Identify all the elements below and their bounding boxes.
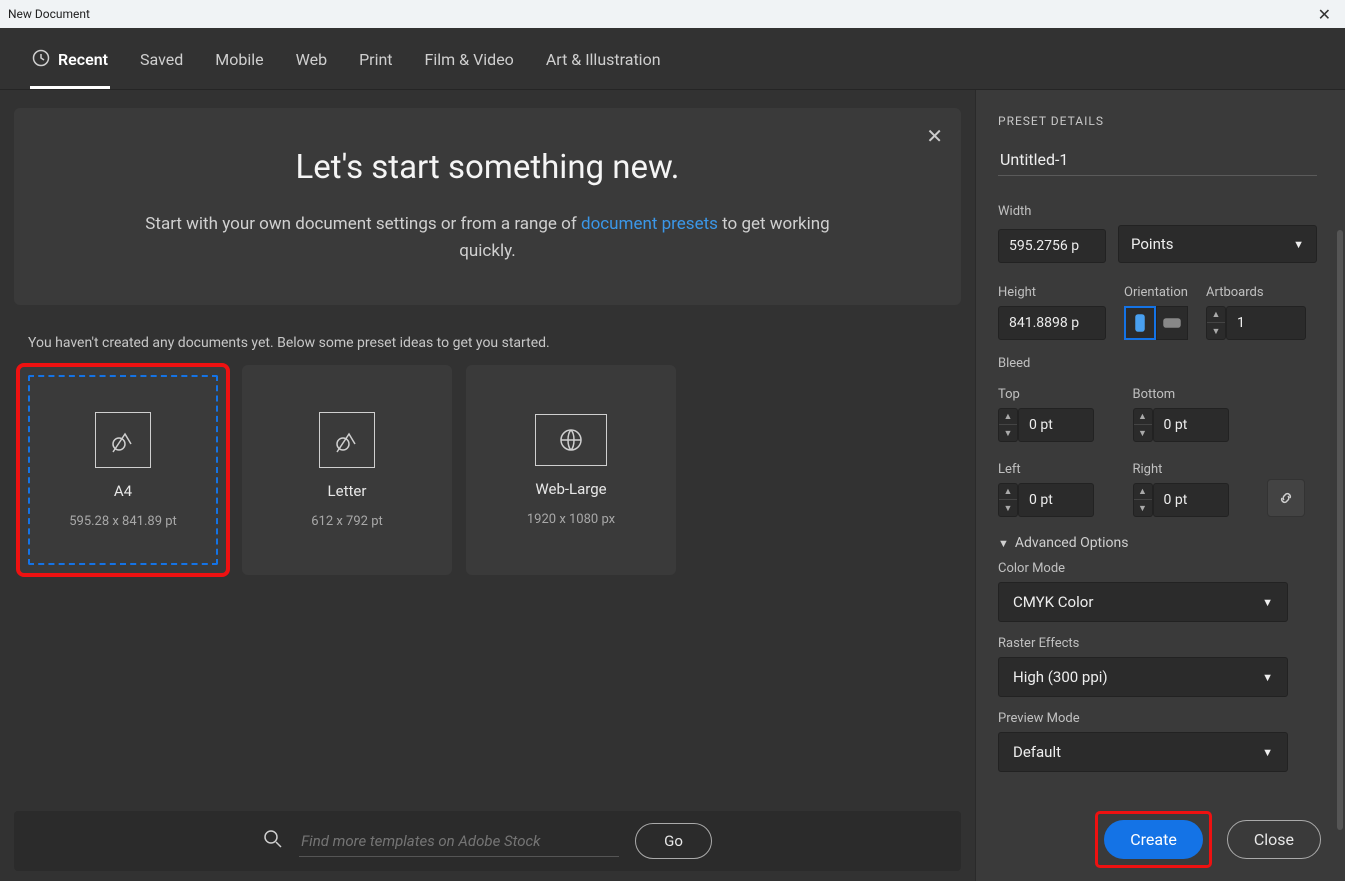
bleed-bottom-label: Bottom [1133, 387, 1254, 402]
titlebar: New Document ✕ [0, 0, 1345, 28]
card-label: Letter [328, 482, 367, 500]
bleed-bottom-stepper[interactable]: ▲▼ [1133, 408, 1153, 442]
tab-print[interactable]: Print [357, 30, 394, 87]
chevron-down-icon: ▼ [1262, 746, 1273, 759]
chevron-down-icon: ▼ [1293, 238, 1304, 251]
color-mode-label: Color Mode [998, 561, 1317, 576]
raster-select[interactable]: High (300 ppi)▼ [998, 657, 1288, 697]
artboards-stepper[interactable]: ▲▼ [1206, 306, 1226, 340]
preset-card-a4[interactable]: A4 595.28 x 841.89 pt [18, 365, 228, 575]
height-input[interactable] [998, 306, 1106, 340]
preset-card-web-large[interactable]: Web-Large 1920 x 1080 px [466, 365, 676, 575]
chevron-down-icon: ▼ [998, 537, 1009, 550]
close-button[interactable]: Close [1227, 820, 1321, 859]
width-label: Width [998, 204, 1317, 219]
bleed-top-input[interactable] [1018, 408, 1094, 442]
tab-label: Film & Video [425, 50, 514, 69]
orientation-landscape[interactable] [1156, 306, 1188, 340]
bleed-label: Bleed [998, 356, 1317, 371]
tab-label: Art & Illustration [546, 50, 661, 69]
category-tabs: Recent Saved Mobile Web Print Film & Vid… [0, 28, 1345, 90]
tab-web[interactable]: Web [294, 30, 329, 87]
bleed-bottom-input[interactable] [1153, 408, 1229, 442]
web-icon [535, 414, 607, 466]
bleed-left-stepper[interactable]: ▲▼ [998, 483, 1018, 517]
card-sub: 612 x 792 pt [311, 514, 383, 529]
search-icon [263, 829, 283, 853]
hero-title: Let's start something new. [44, 148, 931, 187]
bleed-right-input[interactable] [1153, 483, 1229, 517]
step-down-icon[interactable]: ▼ [1207, 323, 1225, 339]
left-pane: ✕ Let's start something new. Start with … [0, 90, 975, 881]
document-icon [319, 412, 375, 468]
card-label: Web-Large [535, 480, 606, 498]
tab-recent[interactable]: Recent [30, 29, 110, 89]
height-label: Height [998, 285, 1106, 300]
bleed-right-label: Right [1133, 462, 1254, 477]
units-value: Points [1131, 235, 1174, 253]
preset-cards: A4 595.28 x 841.89 pt Letter 612 x 792 p… [14, 365, 961, 575]
bleed-top-stepper[interactable]: ▲▼ [998, 408, 1018, 442]
tab-mobile[interactable]: Mobile [213, 30, 265, 87]
chevron-down-icon: ▼ [1262, 671, 1273, 684]
tab-label: Print [359, 50, 392, 69]
raster-label: Raster Effects [998, 636, 1317, 651]
document-name-input[interactable] [998, 144, 1317, 176]
scrollbar[interactable] [1337, 230, 1343, 830]
hero-close-icon[interactable]: ✕ [926, 124, 943, 148]
document-presets-link[interactable]: document presets [581, 214, 718, 234]
tab-label: Saved [140, 50, 183, 69]
go-button[interactable]: Go [635, 823, 712, 859]
create-button[interactable]: Create [1104, 820, 1203, 859]
preview-select[interactable]: Default▼ [998, 732, 1288, 772]
color-mode-select[interactable]: CMYK Color▼ [998, 582, 1288, 622]
tab-label: Mobile [215, 50, 263, 69]
orientation-label: Orientation [1124, 285, 1188, 300]
bleed-link-toggle[interactable] [1267, 479, 1305, 517]
advanced-options-toggle[interactable]: ▼ Advanced Options [998, 535, 1317, 551]
chevron-down-icon: ▼ [1262, 596, 1273, 609]
card-sub: 1920 x 1080 px [527, 512, 615, 527]
tab-label: Recent [58, 50, 108, 69]
panel-header: PRESET DETAILS [998, 114, 1317, 128]
tab-art-illustration[interactable]: Art & Illustration [544, 30, 663, 87]
bleed-left-input[interactable] [1018, 483, 1094, 517]
clock-icon [32, 49, 50, 71]
bleed-left-label: Left [998, 462, 1119, 477]
artboards-label: Artboards [1206, 285, 1306, 300]
tab-film-video[interactable]: Film & Video [423, 30, 516, 87]
bleed-right-stepper[interactable]: ▲▼ [1133, 483, 1153, 517]
units-select[interactable]: Points ▼ [1118, 225, 1317, 263]
hero-text: Start with your own document settings or… [138, 211, 838, 265]
width-input[interactable] [998, 229, 1106, 263]
hero-banner: ✕ Let's start something new. Start with … [14, 108, 961, 305]
window-close-icon[interactable]: ✕ [1312, 5, 1337, 24]
bleed-top-label: Top [998, 387, 1119, 402]
window-title: New Document [8, 7, 90, 21]
hint-text: You haven't created any documents yet. B… [28, 335, 961, 351]
preview-label: Preview Mode [998, 711, 1317, 726]
artboards-input[interactable] [1226, 306, 1306, 340]
preset-details-panel: PRESET DETAILS Width Points ▼ Height Ori… [975, 90, 1345, 881]
tab-label: Web [296, 50, 327, 69]
preset-card-letter[interactable]: Letter 612 x 792 pt [242, 365, 452, 575]
stock-search-input[interactable] [299, 826, 619, 857]
tab-saved[interactable]: Saved [138, 30, 185, 87]
orientation-portrait[interactable] [1124, 306, 1156, 340]
stock-search-bar: Go [14, 811, 961, 871]
step-up-icon[interactable]: ▲ [1207, 307, 1225, 323]
advanced-label: Advanced Options [1015, 535, 1129, 551]
